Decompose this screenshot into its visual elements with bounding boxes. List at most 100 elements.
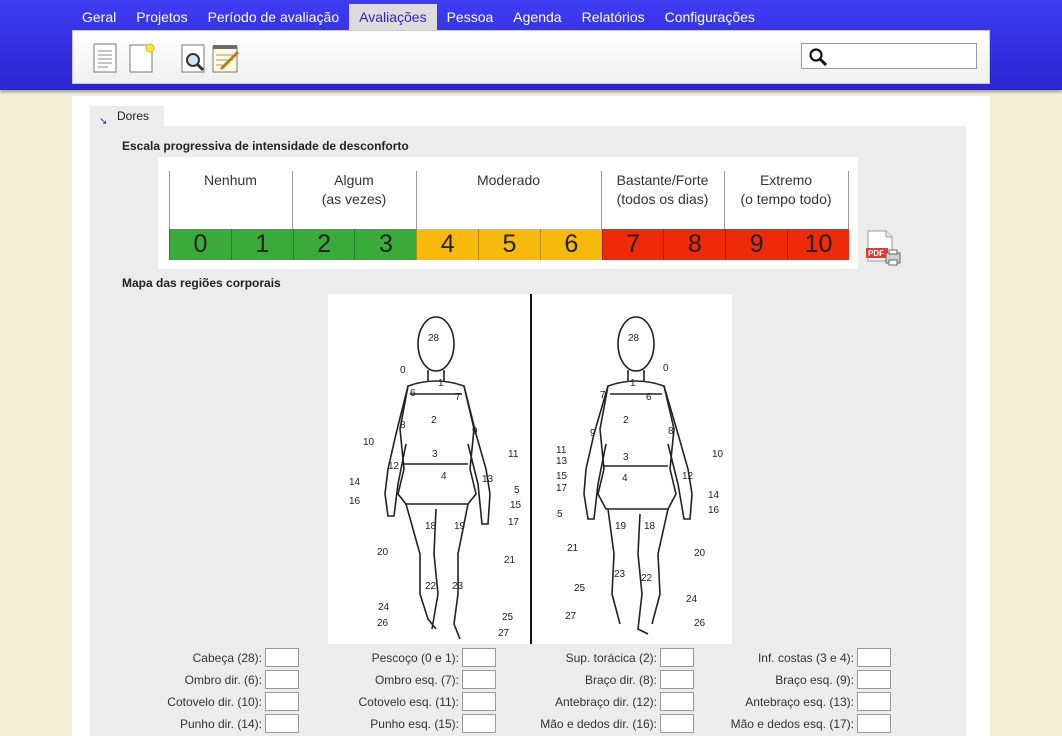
region-number-23: 23 [614,569,626,580]
region-number-28: 28 [628,333,640,344]
region-number-27: 27 [565,611,577,622]
region-number-9: 9 [472,426,478,437]
scale-header-line: Nenhum [204,172,257,188]
region-score-input[interactable] [265,670,299,689]
region-number-10: 10 [712,449,724,460]
region-number-18: 18 [425,521,437,532]
region-number-20: 20 [377,547,389,558]
region-number-12: 12 [388,461,400,472]
region-score-input[interactable] [660,714,694,733]
region-number-7: 7 [455,392,461,403]
region-number-26: 26 [377,618,389,629]
region-number-18: 18 [644,521,656,532]
region-number-9: 9 [590,428,596,439]
field-label: Pescoço (0 e 1): [371,651,459,665]
region-number-24: 24 [378,602,390,613]
nav-avaliacoes[interactable]: Avaliações [349,4,437,30]
region-number-15: 15 [510,500,522,511]
scale-value-5: 5 [478,229,540,260]
nav-periodo-avaliacao[interactable]: Período de avaliação [198,4,350,30]
region-score-input[interactable] [660,648,694,667]
region-number-0: 0 [400,365,406,376]
region-score-input[interactable] [857,670,891,689]
field-label: Antebraço dir. (12): [554,695,657,709]
scale-value-9: 9 [725,229,788,260]
nav-pessoa[interactable]: Pessoa [437,4,504,30]
map-title: Mapa das regiões corporais [122,276,281,290]
toolbar [72,30,990,84]
field-label: Braço esq. (9): [775,673,854,687]
region-number-23: 23 [452,581,464,592]
scale-value-3: 3 [354,229,417,260]
region-number-22: 22 [641,573,653,584]
field-label: Punho esq. (15): [370,717,459,731]
region-number-20: 20 [694,548,706,559]
region-number-22: 22 [425,581,437,592]
scale-value-2: 2 [292,229,355,260]
scale-value-4: 4 [416,229,479,260]
region-number-2: 2 [431,415,437,426]
new-document-icon[interactable] [127,43,157,73]
field-label: Punho dir. (14): [179,717,262,731]
region-number-12: 12 [682,471,694,482]
region-number-7: 7 [600,390,606,401]
document-icon[interactable] [91,43,121,73]
region-number-14: 14 [708,490,720,501]
field-label: Sup. torácica (2): [565,651,657,665]
region-score-input[interactable] [265,692,299,711]
pdf-print-button[interactable]: PDF [866,229,902,267]
svg-text:PDF: PDF [868,249,884,258]
scale-value-0: 0 [169,229,231,260]
region-number-19: 19 [615,521,627,532]
region-number-8: 8 [668,426,674,437]
main-nav: Geral Projetos Período de avaliação Aval… [72,4,765,30]
tab-dores[interactable]: ↘ Dores [90,106,164,127]
scale-header-line: (o tempo todo) [740,191,832,207]
region-number-3: 3 [432,449,438,460]
region-number-13: 13 [556,456,568,467]
region-score-input[interactable] [857,648,891,667]
region-score-input[interactable] [660,670,694,689]
region-number-21: 21 [504,555,516,566]
region-number-25: 25 [502,612,514,623]
nav-relatorios[interactable]: Relatórios [572,4,655,30]
region-number-0: 0 [663,363,669,374]
scale-value-10: 10 [787,229,849,260]
arrow-down-right-icon: ↘ [99,116,108,127]
region-number-24: 24 [686,594,698,605]
nav-configuracoes[interactable]: Configurações [655,4,765,30]
region-number-13: 13 [482,474,494,485]
nav-geral[interactable]: Geral [72,4,126,30]
scale-header-nenhum: Nenhum [169,171,292,190]
region-score-input[interactable] [462,670,496,689]
field-label: Cotovelo dir. (10): [167,695,262,709]
nav-projetos[interactable]: Projetos [126,4,197,30]
scale-header-extremo: Extremo (o tempo todo) [724,171,848,209]
region-number-27: 27 [498,628,510,639]
search-document-icon[interactable] [179,43,209,73]
region-score-input[interactable] [857,692,891,711]
region-score-input[interactable] [462,648,496,667]
field-label: Mão e dedos dir. (16): [540,717,657,731]
scale-header-line: Moderado [476,172,541,188]
region-number-17: 17 [508,517,520,528]
top-bar: Geral Projetos Período de avaliação Aval… [0,0,1062,90]
body-regions-map: 28 0 1 6 7 2 8 9 10 11 3 12 4 13 14 16 5 15 17 18 19 20 21 22 23… [328,294,732,644]
region-number-1: 1 [438,378,444,389]
region-score-input[interactable] [462,714,496,733]
region-score-input[interactable] [462,692,496,711]
region-number-15: 15 [556,471,568,482]
region-score-input[interactable] [265,714,299,733]
tab-label: Dores [117,109,150,123]
region-number-25: 25 [574,583,586,594]
region-score-input[interactable] [265,648,299,667]
region-score-input[interactable] [857,714,891,733]
nav-agenda[interactable]: Agenda [503,4,571,30]
region-number-16: 16 [708,505,720,516]
scale-header-line: (todos os dias) [616,191,709,207]
pdf-print-icon: PDF [866,230,901,266]
scale-header-line: Algum [334,172,374,188]
region-score-input[interactable] [660,692,694,711]
notepad-edit-icon[interactable] [211,43,241,73]
search-input[interactable] [801,43,977,69]
